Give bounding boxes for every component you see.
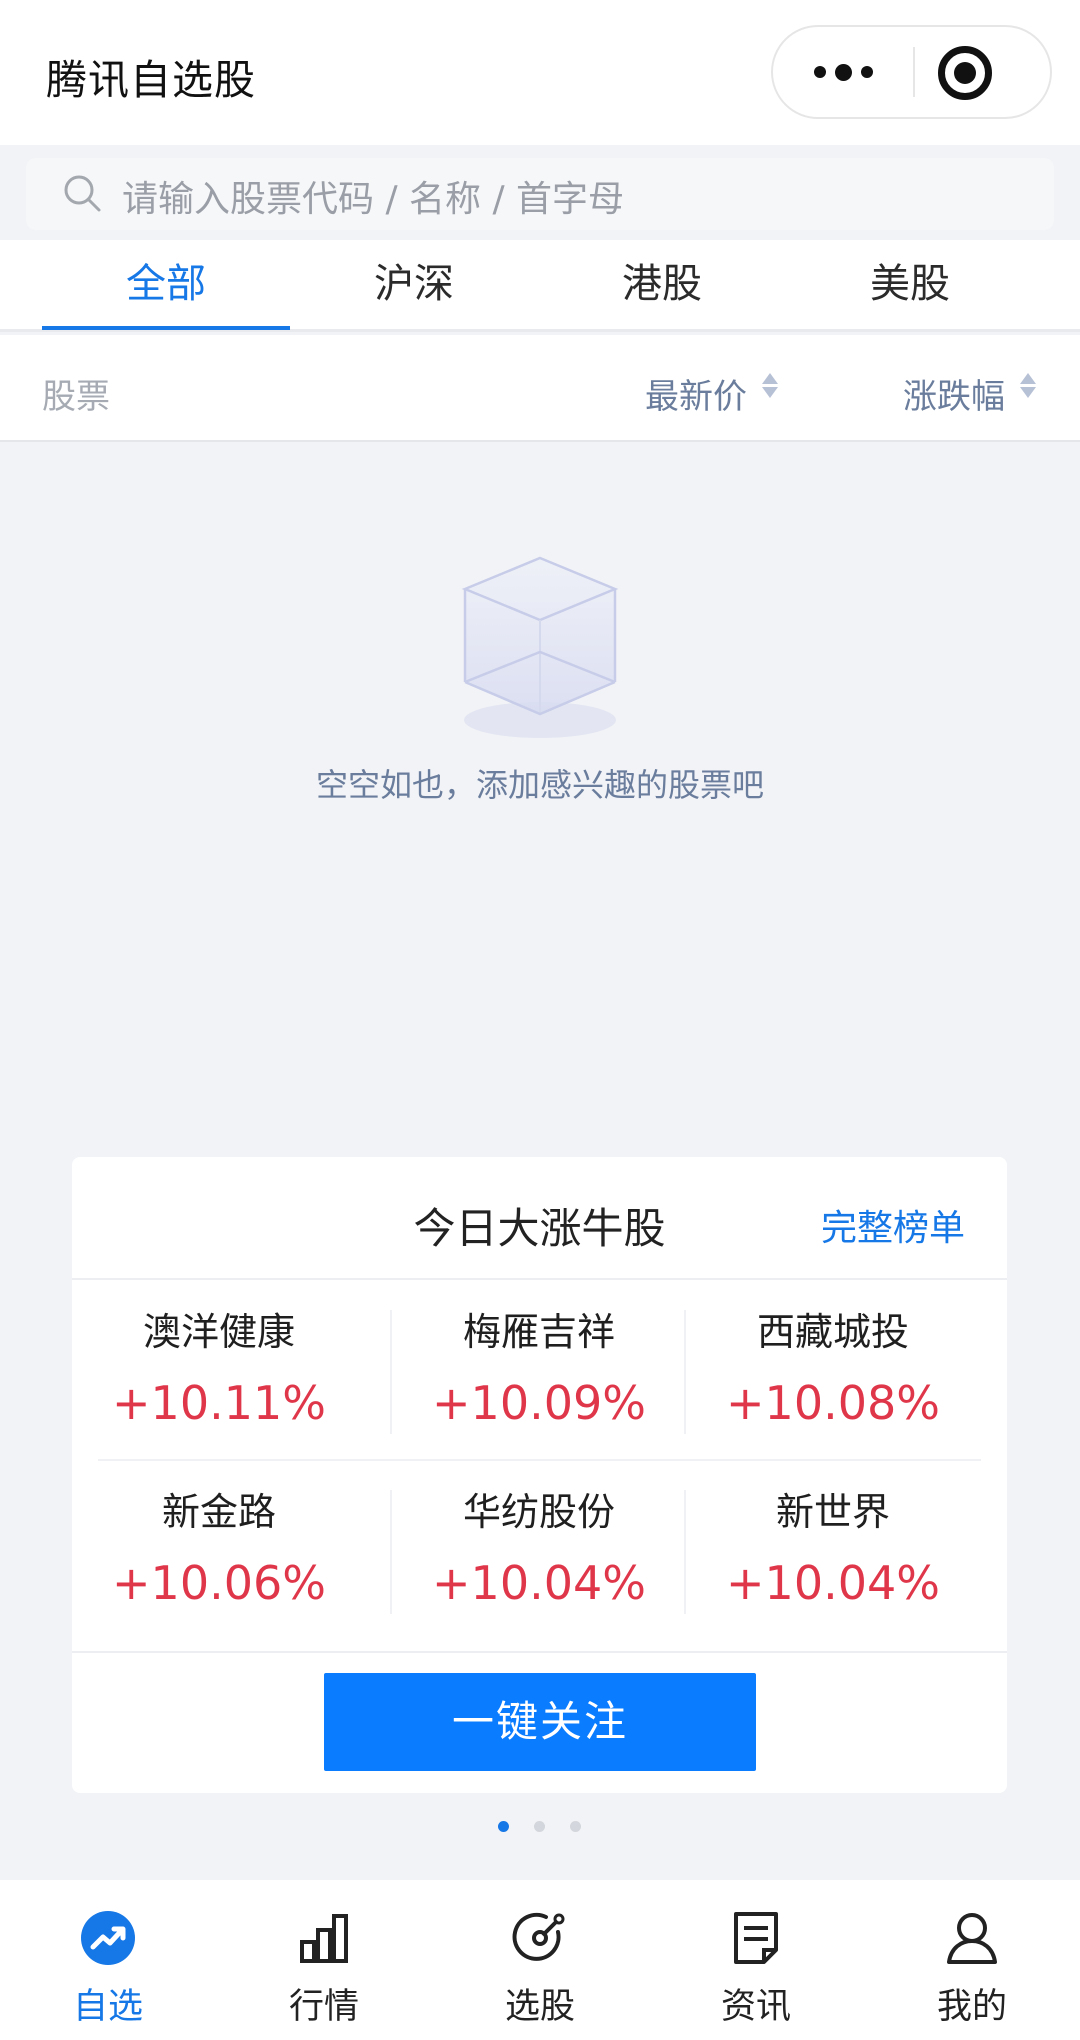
tab-underline	[42, 326, 290, 330]
stock-item[interactable]: 新金路 +10.06%	[72, 1487, 366, 1611]
tabbar-item-watchlist[interactable]: 自选	[0, 1880, 216, 2040]
tabbar-label: 选股	[504, 1987, 575, 2027]
user-icon	[947, 1913, 997, 1964]
column-header: 股票 最新价 涨跌幅	[0, 335, 1080, 442]
tabbar-item-market[interactable]: 行情	[216, 1880, 432, 2040]
column-price-label: 最新价	[645, 377, 747, 417]
more-dots-icon[interactable]	[773, 27, 913, 117]
market-tabs: 全部 沪深 港股 美股	[0, 240, 1080, 332]
stock-change: +10.09%	[432, 1376, 646, 1430]
tabbar-label: 自选	[72, 1987, 143, 2027]
bottom-tabbar: 自选 行情 选股 资讯 我的	[0, 1880, 1080, 2040]
column-stock: 股票	[42, 377, 110, 417]
app-title: 腾讯自选股	[46, 56, 256, 104]
capsule-menu	[771, 25, 1052, 119]
tab-hk[interactable]: 港股	[538, 240, 786, 332]
tabbar-label: 我的	[936, 1987, 1007, 2027]
stock-item[interactable]: 梅雁吉祥 +10.09%	[392, 1307, 686, 1431]
news-icon	[734, 1912, 778, 1964]
full-list-link[interactable]: 完整榜单	[821, 1199, 965, 1251]
empty-box-icon	[461, 556, 619, 738]
top-gainers-card: 今日大涨牛股 完整榜单 澳洋健康 +10.11% 梅雁吉祥 +10.09% 西藏…	[72, 1157, 1007, 1793]
stock-name: 华纺股份	[462, 1490, 615, 1534]
tab-all[interactable]: 全部	[42, 240, 290, 332]
stock-change: +10.04%	[726, 1556, 940, 1610]
stock-change: +10.04%	[432, 1556, 646, 1610]
tab-hushen[interactable]: 沪深	[290, 240, 538, 332]
stock-item[interactable]: 西藏城投 +10.08%	[686, 1307, 980, 1431]
sort-price-icon[interactable]	[762, 373, 778, 403]
column-change-sort[interactable]: 涨跌幅	[903, 369, 1005, 418]
search-input[interactable]: 请输入股票代码 / 名称 / 首字母	[26, 158, 1054, 230]
stock-change: +10.11%	[112, 1376, 326, 1430]
row-divider	[98, 1459, 981, 1461]
sort-change-icon[interactable]	[1020, 373, 1036, 403]
carousel-dot-3[interactable]	[570, 1821, 581, 1832]
capsule-divider	[913, 47, 915, 97]
card-divider	[72, 1278, 1007, 1280]
column-price-sort[interactable]: 最新价	[645, 369, 747, 418]
stock-name: 西藏城投	[756, 1310, 909, 1354]
carousel-dot-1[interactable]	[498, 1821, 509, 1832]
carousel-dot-2[interactable]	[534, 1821, 545, 1832]
header: 腾讯自选股	[0, 0, 1080, 145]
stock-name: 梅雁吉祥	[462, 1310, 615, 1354]
card-divider	[72, 1651, 1007, 1653]
trend-icon	[81, 1911, 135, 1965]
stock-name: 澳洋健康	[142, 1310, 295, 1354]
stock-name: 新金路	[161, 1490, 276, 1534]
search-placeholder: 请输入股票代码 / 名称 / 首字母	[122, 179, 625, 220]
search-icon	[64, 175, 101, 212]
target-icon[interactable]	[938, 46, 992, 100]
tabbar-item-picker[interactable]: 选股	[432, 1880, 648, 2040]
column-change-label: 涨跌幅	[903, 377, 1005, 417]
stock-item[interactable]: 华纺股份 +10.04%	[392, 1487, 686, 1611]
stock-item[interactable]: 澳洋健康 +10.11%	[72, 1307, 366, 1431]
stock-change: +10.06%	[112, 1556, 326, 1610]
target-pick-icon	[512, 1912, 565, 1961]
tab-us[interactable]: 美股	[786, 240, 1034, 332]
tabbar-item-mine[interactable]: 我的	[864, 1880, 1080, 2040]
stock-change: +10.08%	[726, 1376, 940, 1430]
tabbar-item-news[interactable]: 资讯	[648, 1880, 864, 2040]
tabbar-label: 资讯	[720, 1987, 791, 2027]
follow-all-button[interactable]: 一键关注	[324, 1673, 756, 1771]
stock-name: 新世界	[775, 1490, 890, 1534]
empty-state-text: 空空如也，添加感兴趣的股票吧	[315, 766, 764, 804]
tabbar-label: 行情	[288, 1987, 359, 2027]
stock-item[interactable]: 新世界 +10.04%	[686, 1487, 980, 1611]
bar-chart-icon	[300, 1914, 348, 1963]
